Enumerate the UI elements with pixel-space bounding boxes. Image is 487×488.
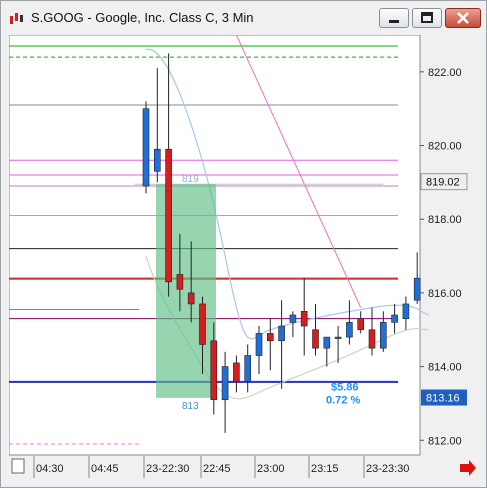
minimize-button[interactable] [379, 8, 409, 28]
candle-body[interactable] [379, 322, 387, 349]
candle-body[interactable] [142, 108, 150, 187]
zone-top-label: 819 [182, 174, 199, 185]
time-axis-label: 04:45 [91, 463, 119, 475]
candle-body[interactable] [391, 314, 398, 323]
close-icon [457, 12, 469, 24]
maximize-icon [421, 12, 433, 23]
last-price-label: 819.02 [426, 177, 460, 189]
time-axis-label: 23:15 [311, 463, 339, 475]
chart-window: S.GOOG - Google, Inc. Class C, 3 Min 819… [0, 0, 487, 488]
price-chart[interactable]: 819 813 $5.86 0.72 % 822.00 820.00 818.00 816.… [8, 34, 480, 480]
candle-body[interactable] [323, 336, 331, 349]
price-axis-label: 812.00 [428, 435, 462, 447]
candle-body[interactable] [165, 148, 172, 283]
candle-body[interactable] [312, 329, 319, 349]
zone-bottom-label: 813 [182, 401, 199, 412]
price-change-percent: 0.72 % [326, 395, 360, 407]
candle-body[interactable] [413, 277, 421, 301]
time-axis-label: 04:30 [36, 463, 64, 475]
title-bar[interactable]: S.GOOG - Google, Inc. Class C, 3 Min [1, 1, 486, 35]
price-axis-label: 814.00 [428, 362, 462, 374]
candle-body[interactable] [278, 325, 285, 342]
time-axis-label: 23:00 [257, 463, 285, 475]
window-title: S.GOOG - Google, Inc. Class C, 3 Min [31, 10, 254, 25]
candle-body[interactable] [266, 333, 274, 342]
price-axis-label: 816.00 [428, 288, 462, 300]
price-axis-label: 820.00 [428, 141, 462, 153]
candle-body[interactable] [221, 366, 229, 401]
candle-body[interactable] [334, 336, 342, 339]
candle-body[interactable] [176, 274, 184, 290]
chart-app-icon [10, 13, 23, 24]
candle-body[interactable] [244, 355, 251, 382]
candle-body[interactable] [154, 148, 161, 172]
retracement-zone[interactable] [156, 184, 216, 398]
time-axis-label: 23-22:30 [146, 463, 189, 475]
time-axis-label: 23-23:30 [366, 463, 409, 475]
price-axis-label: 818.00 [428, 214, 462, 226]
candle-body[interactable] [368, 329, 376, 349]
close-button[interactable] [445, 8, 481, 28]
time-axis-checkbox[interactable] [11, 458, 25, 474]
chart-canvas[interactable]: 819 813 $5.860.72 % 822.00 820.00 818.00 816.… [8, 34, 480, 480]
minimize-icon [389, 20, 399, 23]
candle-body[interactable] [210, 340, 218, 401]
candle-body[interactable] [402, 303, 410, 319]
candle-body[interactable] [233, 362, 240, 382]
candle-body[interactable] [346, 322, 353, 338]
candle-body[interactable] [187, 292, 195, 305]
current-price-label: 813.16 [426, 393, 460, 405]
candle-body[interactable] [300, 311, 308, 327]
price-change-value: $5.86 [331, 382, 359, 394]
price-axis-label: 822.00 [428, 67, 462, 79]
maximize-button[interactable] [412, 8, 442, 28]
candle-body[interactable] [255, 333, 263, 356]
time-axis-label: 22:45 [203, 463, 231, 475]
candle-body[interactable] [357, 318, 365, 331]
candle-body[interactable] [289, 314, 297, 323]
candle-body[interactable] [199, 303, 206, 345]
